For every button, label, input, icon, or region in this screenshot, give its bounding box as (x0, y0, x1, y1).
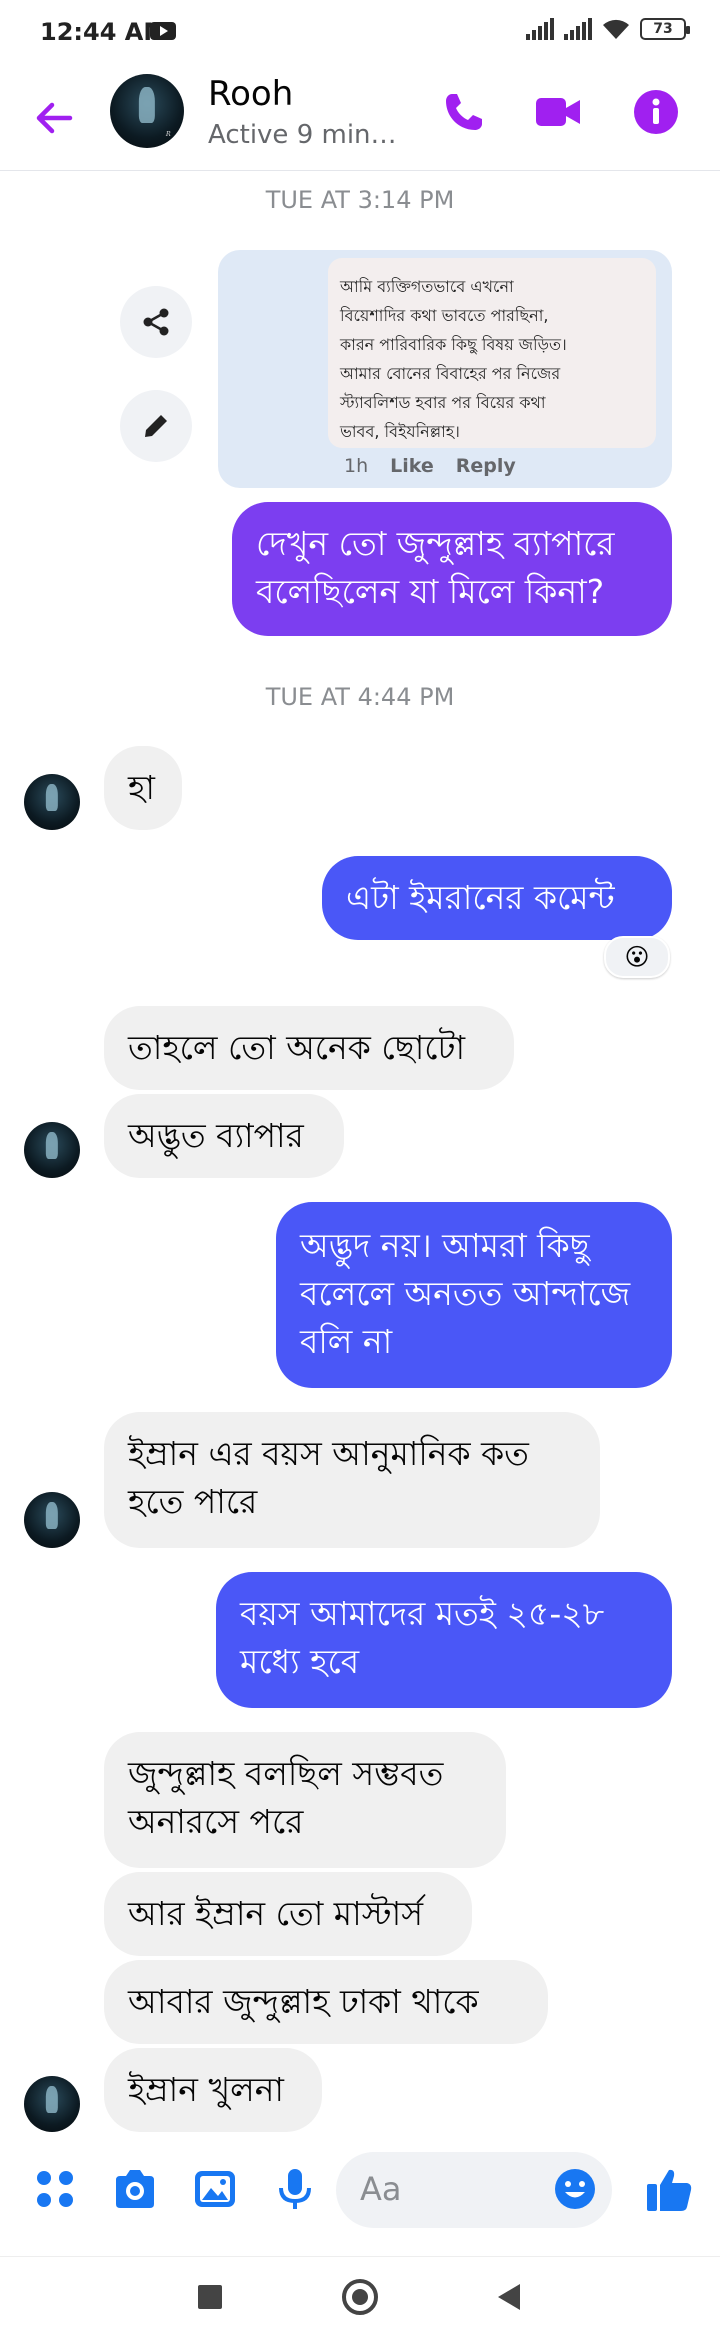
incoming-message[interactable]: তাহলে তো অনেক ছোটো (104, 1006, 514, 1090)
reaction-badge[interactable]: 😮 (604, 936, 670, 978)
info-icon[interactable] (630, 86, 682, 138)
contact-avatar[interactable]: R (110, 74, 184, 148)
incoming-message[interactable]: অদ্ভুত ব্যাপার (104, 1094, 344, 1178)
battery-icon: 73 (640, 18, 690, 40)
message-input[interactable]: Aa (336, 2152, 612, 2228)
home-circle-icon[interactable] (340, 2277, 380, 2317)
composer-bar: Aa (0, 2126, 720, 2256)
comment-reply: Reply (455, 455, 516, 477)
comment-line: কারন পারিবারিক কিছু বিষয় জড়িত। (340, 335, 567, 354)
microphone-icon[interactable] (272, 2166, 318, 2212)
timestamp: TUE AT 3:14 PM (265, 186, 455, 214)
emoji-icon[interactable] (552, 2166, 598, 2212)
conversation-header: R Rooh Active 9 minutes ago (0, 66, 720, 171)
outgoing-message[interactable]: বয়স আমাদের মতই ২৫-২৮ মধ্যে হবে (216, 1572, 672, 1708)
comment-time: 1h (344, 455, 369, 477)
status-icons: 73 (526, 18, 690, 40)
comment-line: আমার বোনের বিবাহের পর নিজের (340, 364, 561, 383)
contact-avatar-small (24, 1122, 80, 1178)
active-status: Active 9 minutes ago (208, 120, 408, 150)
comment-line: বিয়েশাদির কথা ভাবতে পারছিনা, (340, 306, 549, 325)
comment-line: ভাবব, বিইযনিল্লাহ। (340, 422, 460, 441)
avatar-figure (138, 87, 156, 123)
more-actions-icon[interactable] (32, 2166, 78, 2212)
back-triangle-icon[interactable] (490, 2277, 530, 2317)
outgoing-message[interactable]: দেখুন তো জুন্দুল্লাহ ব্যাপারে বলেছিলেন য… (232, 502, 672, 636)
video-call-icon[interactable] (532, 86, 584, 138)
back-arrow-icon[interactable] (30, 94, 78, 142)
share-icon (143, 308, 169, 336)
timestamp: TUE AT 4:44 PM (265, 683, 455, 711)
android-navigation-bar (0, 2256, 720, 2340)
edit-button[interactable] (120, 390, 192, 462)
phone-call-icon[interactable] (438, 86, 490, 138)
comment-like: Like (390, 455, 434, 477)
contact-avatar-small (24, 774, 80, 830)
incoming-message[interactable]: আর ইম্রান তো মাস্টার্স (104, 1872, 472, 1956)
outgoing-message[interactable]: অদ্ভুদ নয়। আমরা কিছু বলেলে অনতত আন্দাজে… (276, 1202, 672, 1388)
signal-icon (526, 18, 554, 40)
comment-line: স্ট্যাবলিশড হবার পর বিয়ের কথা (340, 393, 546, 412)
camera-icon[interactable] (112, 2166, 158, 2212)
contact-name[interactable]: Rooh (208, 74, 293, 114)
comment-screenshot: আমি ব্যক্তিগতভাবে এখনো বিয়েশাদির কথা ভা… (328, 258, 656, 448)
contact-avatar-small (24, 1492, 80, 1548)
avatar-initial: R (165, 129, 171, 138)
wifi-icon (603, 19, 629, 39)
contact-avatar-small (24, 2076, 80, 2132)
incoming-message[interactable]: জুন্দুল্লাহ বলছিল সম্ভবত অনারসে পরে (104, 1732, 506, 1868)
incoming-message[interactable]: ইম্রান এর বয়স আনুমানিক কত হতে পারে (104, 1412, 600, 1548)
incoming-message[interactable]: আবার জুন্দুল্লাহ ঢাকা থাকে (104, 1960, 548, 2044)
thumbs-up-icon[interactable] (644, 2164, 694, 2214)
status-bar: 12:44 AM 73 (0, 0, 720, 66)
outgoing-message[interactable]: এটা ইমরানের কমেন্ট (322, 856, 672, 940)
youtube-notification-icon (150, 22, 176, 40)
status-time: 12:44 AM (40, 18, 168, 46)
recents-square-icon[interactable] (190, 2277, 230, 2317)
comment-line: আমি ব্যক্তিগতভাবে এখনো (340, 277, 514, 296)
incoming-message[interactable]: হা (104, 746, 182, 830)
message-input-placeholder: Aa (360, 2170, 402, 2208)
gallery-icon[interactable] (192, 2166, 238, 2212)
incoming-message[interactable]: ইম্রান খুলনা (104, 2048, 322, 2132)
share-button[interactable] (120, 286, 192, 358)
comment-meta: 1h Like Reply (344, 455, 516, 477)
signal-2-icon (564, 18, 592, 40)
pencil-icon (145, 415, 167, 437)
